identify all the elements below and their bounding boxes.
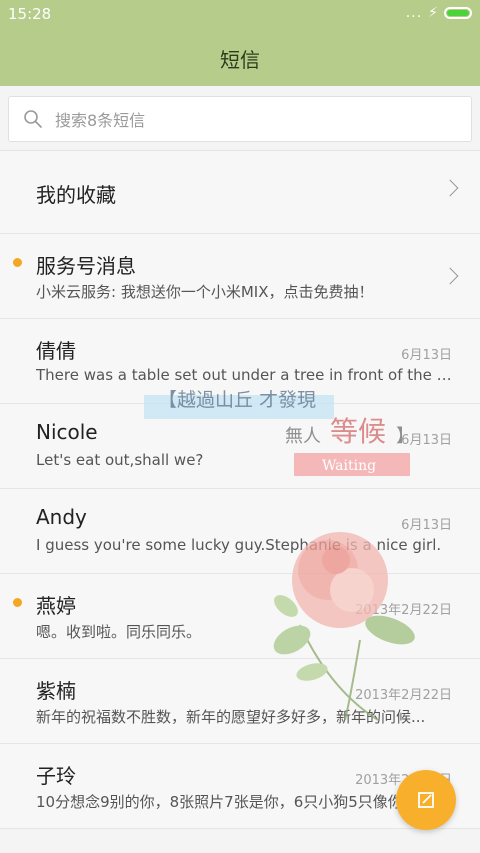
conversation-row[interactable]: 倩倩 6月13日 There was a table set out under…	[0, 319, 480, 404]
search-icon	[24, 110, 42, 128]
favorites-row[interactable]: 我的收藏	[0, 151, 480, 234]
conversation-list: 我的收藏 服务号消息 小米云服务: 我想送你一个小米MIX，点击免费抽！ 倩倩 …	[0, 151, 480, 829]
battery-icon	[444, 7, 472, 19]
message-preview: There was a table set out under a tree i…	[36, 366, 456, 384]
status-icons: ... ⚡	[406, 6, 472, 20]
contact-name: 子玲	[36, 764, 76, 788]
message-preview: 小米云服务: 我想送你一个小米MIX，点击免费抽！	[36, 283, 374, 301]
search-section	[0, 86, 480, 151]
status-time: 15:28	[8, 5, 52, 23]
compose-button[interactable]	[396, 770, 456, 830]
unread-dot	[13, 258, 22, 267]
title-bar: 短信	[0, 28, 480, 86]
compose-icon	[418, 792, 434, 808]
contact-name: 倩倩	[36, 339, 76, 363]
contact-name: Nicole	[36, 420, 98, 444]
status-bar: 15:28 ... ⚡	[0, 0, 480, 28]
conversation-row[interactable]: 紫楠 2013年2月22日 新年的祝福数不胜数，新年的愿望好多好多，新年的问候.…	[0, 659, 480, 744]
search-box[interactable]	[8, 96, 472, 143]
page-title: 短信	[220, 48, 260, 72]
message-date: 2013年2月22日	[355, 603, 452, 618]
conversation-row[interactable]: Andy 6月13日 I guess you're some lucky guy…	[0, 489, 480, 574]
message-preview: 新年的祝福数不胜数，新年的愿望好多好多，新年的问候...	[36, 708, 426, 726]
conversation-row[interactable]: Nicole 6月13日 Let's eat out,shall we?	[0, 404, 480, 489]
more-dots-icon: ...	[405, 5, 423, 21]
charging-bolt-icon: ⚡	[428, 5, 438, 21]
message-preview: 10分想念9别的你，8张照片7张是你，6只小狗5只像你...	[36, 793, 418, 811]
message-date: 6月13日	[401, 348, 452, 363]
contact-name: Andy	[36, 505, 87, 529]
message-preview: I guess you're some lucky guy.Stephanie …	[36, 536, 442, 554]
favorites-label: 我的收藏	[36, 183, 116, 207]
message-date: 6月13日	[401, 518, 452, 533]
conversation-row[interactable]: 燕婷 2013年2月22日 嗯。收到啦。同乐同乐。	[0, 574, 480, 659]
contact-name: 燕婷	[36, 594, 76, 618]
message-date: 6月13日	[401, 433, 452, 448]
contact-name: 紫楠	[36, 679, 76, 703]
unread-dot	[13, 598, 22, 607]
chevron-right-icon	[441, 179, 459, 197]
search-input[interactable]	[53, 97, 457, 143]
conversation-row[interactable]: 服务号消息 小米云服务: 我想送你一个小米MIX，点击免费抽！	[0, 234, 480, 319]
contact-name: 服务号消息	[36, 254, 136, 278]
message-preview: 嗯。收到啦。同乐同乐。	[36, 623, 202, 641]
message-preview: Let's eat out,shall we?	[36, 451, 204, 469]
message-date: 2013年2月22日	[355, 688, 452, 703]
